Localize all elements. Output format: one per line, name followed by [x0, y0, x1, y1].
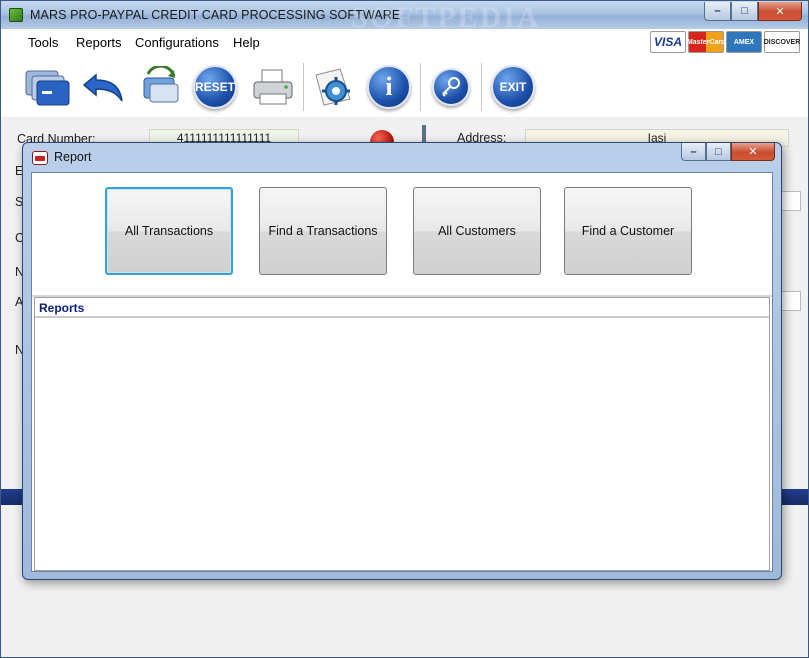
all-transactions-button[interactable]: All Transactions — [105, 187, 233, 275]
find-customer-button[interactable]: Find a Customer — [564, 187, 692, 275]
dialog-title: Report — [54, 150, 92, 164]
menu-help[interactable]: Help — [233, 35, 260, 50]
info-icon: i — [367, 65, 411, 109]
reset-button[interactable]: RESET — [191, 63, 239, 111]
undo-arrow-icon — [82, 73, 123, 102]
toolbar: RESET i EXIT — [1, 55, 808, 117]
maximize-button[interactable]: □ — [731, 2, 758, 21]
window-controls: – □ ✕ — [704, 2, 802, 21]
menu-bar: Tools Reports Configurations Help VISA M… — [1, 29, 808, 55]
exit-button[interactable]: EXIT — [489, 63, 537, 111]
menu-reports[interactable]: Reports — [76, 35, 122, 50]
key-button[interactable] — [427, 63, 475, 111]
menu-tools[interactable]: Tools — [28, 35, 58, 50]
minimize-button[interactable]: – — [704, 2, 731, 21]
exit-icon: EXIT — [491, 65, 535, 109]
title-bar: MARS PRO-PAYPAL CREDIT CARD PROCESSING S… — [1, 1, 808, 34]
settings-button[interactable] — [309, 63, 357, 111]
refresh-cards-icon — [143, 66, 179, 103]
find-transactions-button[interactable]: Find a Transactions — [259, 187, 387, 275]
dialog-window-controls: – □ ✕ — [681, 143, 775, 161]
visa-logo-icon: VISA — [650, 31, 686, 53]
settings-gear-icon — [315, 68, 351, 106]
app-logo-icon — [9, 8, 23, 22]
toolbar-separator — [420, 63, 421, 111]
printer-icon — [253, 69, 293, 105]
reports-panel-header: Reports — [35, 298, 769, 318]
print-button[interactable] — [249, 63, 297, 111]
toolbar-separator — [303, 63, 304, 111]
reset-icon: RESET — [193, 65, 237, 109]
dialog-client-area: All Transactions Find a Transactions All… — [31, 172, 773, 572]
discover-logo-icon: DISCOVER — [764, 31, 800, 53]
cards-button[interactable] — [23, 63, 71, 111]
report-window-icon — [32, 151, 48, 165]
all-customers-button[interactable]: All Customers — [413, 187, 541, 275]
dialog-close-button[interactable]: ✕ — [731, 143, 775, 161]
dialog-minimize-button[interactable]: – — [681, 143, 706, 161]
dropdown-stub[interactable] — [781, 191, 801, 211]
amex-logo-icon: AMEX — [726, 31, 762, 53]
key-icon — [432, 68, 470, 106]
refresh-cards-button[interactable] — [137, 63, 185, 111]
toolbar-separator — [481, 63, 482, 111]
undo-button[interactable] — [81, 63, 129, 111]
info-button[interactable]: i — [365, 63, 413, 111]
cards-icon — [25, 70, 70, 106]
mastercard-logo-icon: MasterCard — [687, 31, 725, 53]
reports-panel: Reports — [34, 297, 770, 571]
report-button-strip: All Transactions Find a Transactions All… — [32, 173, 772, 295]
menu-configurations[interactable]: Configurations — [135, 35, 219, 50]
window-title: MARS PRO-PAYPAL CREDIT CARD PROCESSING S… — [30, 8, 401, 22]
card-logos: VISA MasterCard AMEX DISCOVER — [650, 31, 800, 53]
field-stub[interactable] — [781, 291, 801, 311]
report-dialog: Report – □ ✕ All Transactions Find a Tra… — [22, 142, 782, 580]
close-button[interactable]: ✕ — [758, 2, 802, 21]
dialog-maximize-button[interactable]: □ — [706, 143, 731, 161]
